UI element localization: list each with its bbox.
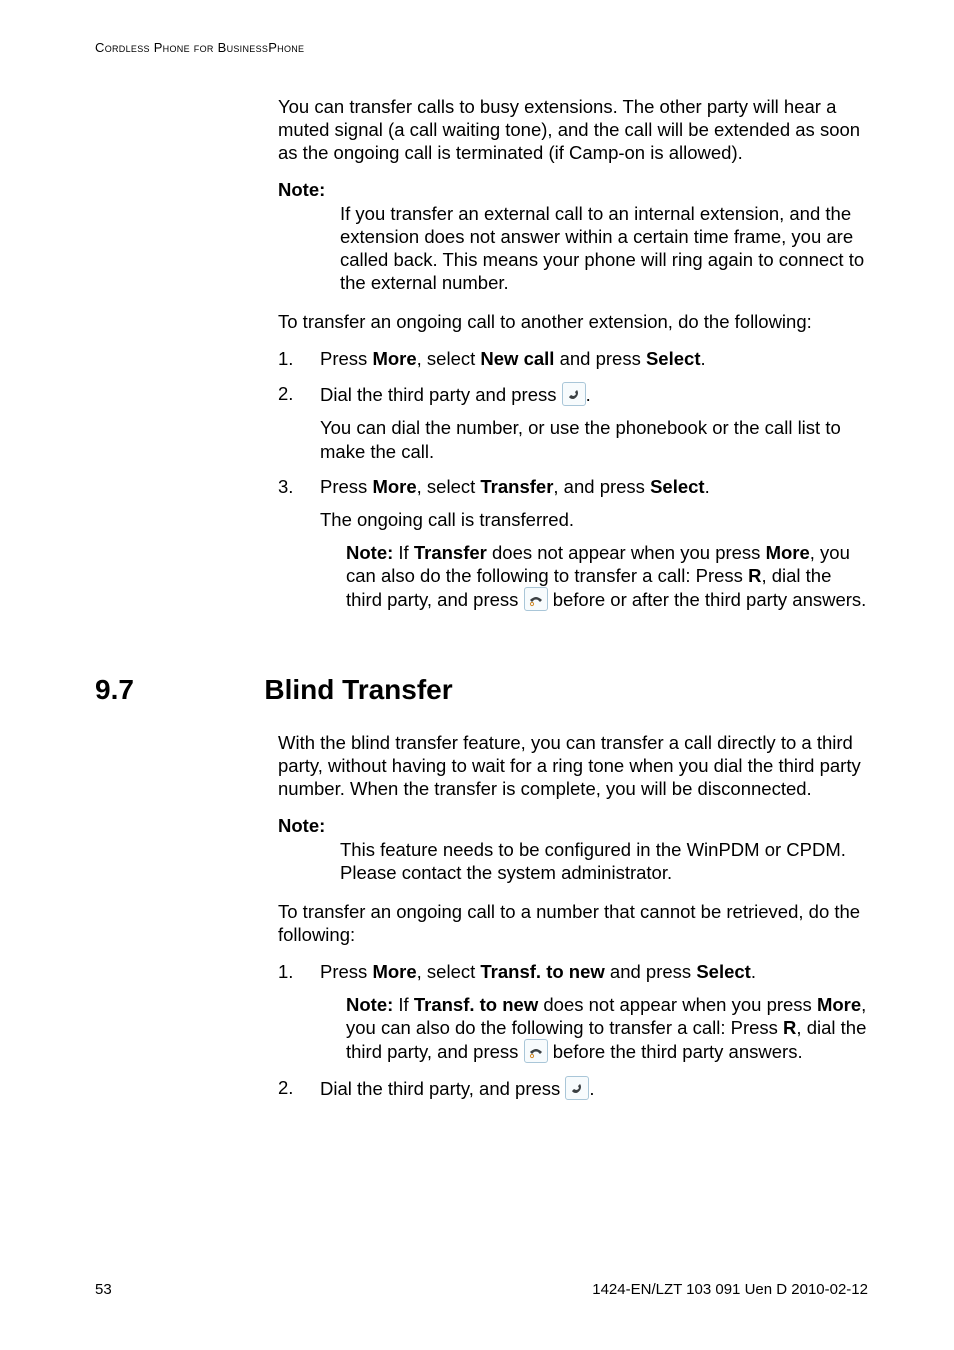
- steps-list-1: 1. Press More, select New call and press…: [278, 347, 868, 611]
- intro-para: You can transfer calls to busy extension…: [278, 95, 868, 164]
- call-icon: [562, 382, 586, 406]
- kw-more: More: [766, 542, 810, 563]
- steps-list-2: 1. Press More, select Transf. to new and…: [278, 960, 868, 1100]
- text: Press: [320, 961, 372, 982]
- page-footer: 53 1424-EN/LZT 103 091 Uen D 2010-02-12: [95, 1281, 868, 1298]
- note-1: Note: If you transfer an external call t…: [278, 178, 868, 294]
- kw-r: R: [783, 1017, 796, 1038]
- note-lead: Note:: [278, 815, 325, 836]
- text: , and press: [553, 476, 650, 497]
- end-call-icon: [524, 587, 548, 611]
- kw-transfer: Transfer: [480, 476, 553, 497]
- note-lead: Note:: [346, 994, 393, 1015]
- step-num: 1.: [278, 347, 293, 370]
- text: If: [398, 542, 413, 563]
- step-3: 3. Press More, select Transfer, and pres…: [278, 475, 868, 612]
- text: Dial the third party, and press: [320, 1078, 565, 1099]
- end-call-icon: [524, 1039, 548, 1063]
- kw-more: More: [372, 961, 416, 982]
- note-lead: Note:: [278, 179, 325, 200]
- step-num: 2.: [278, 382, 293, 405]
- note-body: If you transfer an external call to an i…: [340, 202, 868, 295]
- step-sub: The ongoing call is transferred.: [320, 508, 868, 531]
- section-heading: 9.7 Blind Transfer: [95, 674, 868, 706]
- note-body: This feature needs to be configured in t…: [340, 838, 868, 884]
- text: before or after the third party answers.: [548, 589, 867, 610]
- kw-select: Select: [696, 961, 751, 982]
- text: , select: [417, 476, 481, 497]
- note-lead: Note:: [346, 542, 393, 563]
- step-note: Note: If Transfer does not appear when y…: [346, 541, 868, 611]
- text: .: [700, 348, 705, 369]
- text: does not appear when you press: [487, 542, 766, 563]
- step-num: 2.: [278, 1076, 293, 1099]
- kw-newcall: New call: [480, 348, 554, 369]
- text: .: [589, 1078, 594, 1099]
- step-2: 2. Dial the third party and press . You …: [278, 382, 868, 462]
- text: Press: [320, 348, 372, 369]
- kw-more: More: [372, 476, 416, 497]
- text: and press: [605, 961, 697, 982]
- kw-transf-to-new: Transf. to new: [414, 994, 538, 1015]
- kw-transf-to-new: Transf. to new: [480, 961, 604, 982]
- text: .: [586, 384, 591, 405]
- page: Cordless Phone for BusinessPhone You can…: [0, 0, 954, 1350]
- call-icon: [565, 1076, 589, 1100]
- section-number: 9.7: [95, 674, 134, 706]
- page-number: 53: [95, 1281, 112, 1298]
- step-1: 1. Press More, select Transf. to new and…: [278, 960, 868, 1064]
- text: If: [398, 994, 413, 1015]
- kw-select: Select: [646, 348, 701, 369]
- text: Dial the third party and press: [320, 384, 562, 405]
- doc-id: 1424-EN/LZT 103 091 Uen D 2010-02-12: [592, 1281, 868, 1298]
- kw-r: R: [748, 565, 761, 586]
- body-lower: With the blind transfer feature, you can…: [278, 731, 868, 1112]
- kw-transfer: Transfer: [414, 542, 487, 563]
- step-num: 1.: [278, 960, 293, 983]
- text: , select: [417, 961, 481, 982]
- lead-2: To transfer an ongoing call to a number …: [278, 900, 868, 946]
- step-1: 1. Press More, select New call and press…: [278, 347, 868, 370]
- note-2: Note: This feature needs to be configure…: [278, 814, 868, 883]
- body-upper: You can transfer calls to busy extension…: [278, 95, 868, 623]
- step-2: 2. Dial the third party, and press .: [278, 1076, 868, 1100]
- text: and press: [554, 348, 646, 369]
- kw-select: Select: [650, 476, 705, 497]
- text: before the third party answers.: [548, 1041, 803, 1062]
- intro-para-2: With the blind transfer feature, you can…: [278, 731, 868, 800]
- text: Press: [320, 476, 372, 497]
- kw-more: More: [372, 348, 416, 369]
- step-num: 3.: [278, 475, 293, 498]
- text: .: [751, 961, 756, 982]
- lead-1: To transfer an ongoing call to another e…: [278, 310, 868, 333]
- section-title: Blind Transfer: [264, 674, 452, 706]
- text: , select: [417, 348, 481, 369]
- text: does not appear when you press: [538, 994, 817, 1015]
- kw-more: More: [817, 994, 861, 1015]
- step-note: Note: If Transf. to new does not appear …: [346, 993, 868, 1063]
- running-head: Cordless Phone for BusinessPhone: [95, 40, 304, 55]
- text: .: [705, 476, 710, 497]
- step-sub: You can dial the number, or use the phon…: [320, 416, 868, 462]
